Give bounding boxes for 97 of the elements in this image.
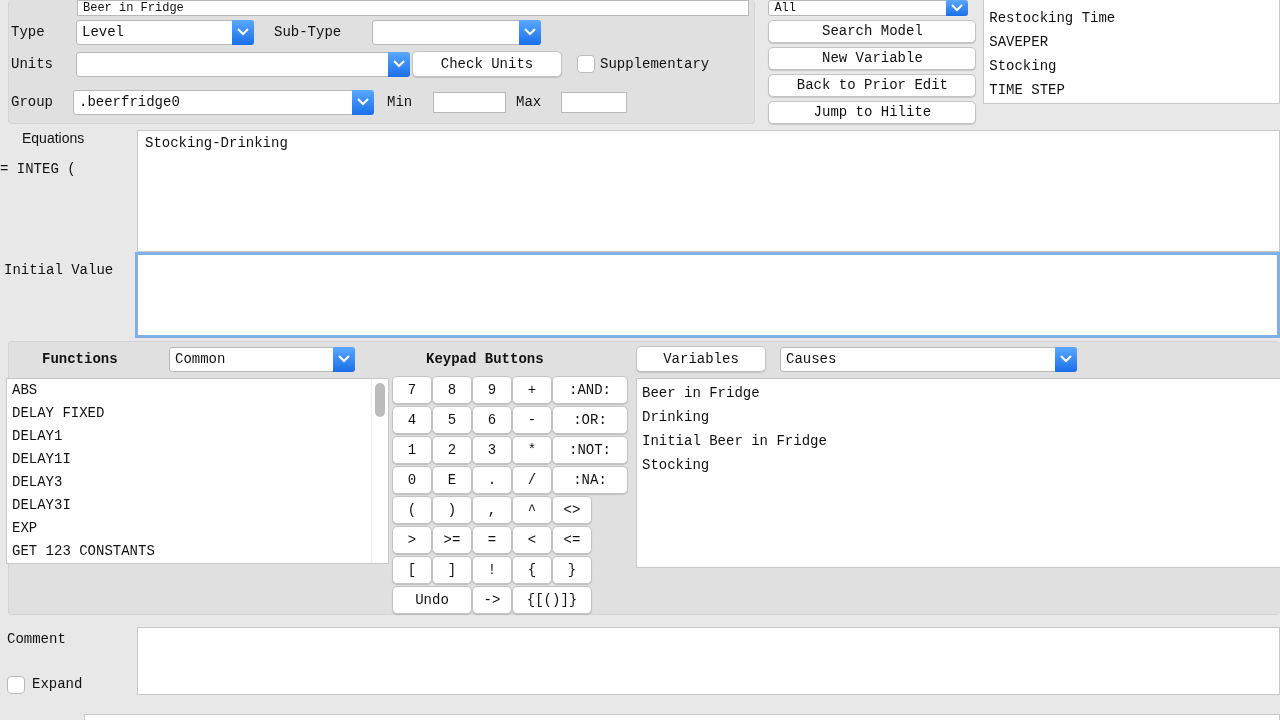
keypad-key[interactable]: Undo	[392, 586, 472, 614]
checkbox-label: Expand	[32, 675, 83, 694]
keypad-key[interactable]: 2	[432, 436, 472, 464]
equation-prefix: = INTEG (	[0, 160, 77, 179]
list-item[interactable]: TIME STEP	[989, 78, 1279, 102]
keypad-key[interactable]: >	[392, 526, 432, 554]
keypad-key[interactable]: 8	[432, 376, 472, 404]
field-label: Sub-Type	[274, 22, 343, 42]
list-item[interactable]: SAVEPER	[989, 30, 1279, 54]
keypad-key[interactable]: :NA:	[552, 466, 628, 494]
field-label: Comment	[7, 630, 67, 649]
list-item[interactable]: DELAY3	[12, 471, 366, 494]
action-button[interactable]: Jump to Hilite	[768, 101, 977, 124]
list-item[interactable]: ABS	[12, 379, 366, 402]
keypad-key[interactable]: 1	[392, 436, 432, 464]
comment-field[interactable]	[137, 627, 1280, 695]
action-button[interactable]: New Variable	[768, 47, 977, 70]
subtype-dropdown[interactable]	[372, 19, 541, 45]
list-item[interactable]: Drinking	[642, 405, 1275, 429]
group-dropdown[interactable]: .beerfridge0	[73, 89, 374, 115]
list-item[interactable]: Stocking	[642, 453, 1275, 477]
scrollbar-thumb[interactable]	[375, 383, 385, 417]
list-item[interactable]: DELAY1I	[12, 448, 366, 471]
keypad-key[interactable]: 4	[392, 406, 432, 434]
keypad-key[interactable]: !	[472, 556, 512, 584]
keypad-key[interactable]: .	[472, 466, 512, 494]
units-dropdown[interactable]	[76, 51, 410, 77]
action-button[interactable]: Search Model	[768, 20, 977, 43]
max-field[interactable]	[561, 91, 627, 113]
field-label: Min	[387, 92, 414, 112]
keypad-key[interactable]: 0	[392, 466, 432, 494]
category-dropdown[interactable]: Common	[169, 346, 355, 372]
list-item[interactable]: GET 123 CONSTANTS	[12, 540, 366, 563]
list-item[interactable]: EXP	[12, 517, 366, 540]
keypad-key[interactable]: :AND:	[552, 376, 628, 404]
keypad-key[interactable]: }	[552, 556, 592, 584]
keypad-key[interactable]: ,	[472, 496, 512, 524]
keypad-key[interactable]: 3	[472, 436, 512, 464]
list-item[interactable]: DELAY1	[12, 425, 366, 448]
keypad-key[interactable]: [	[392, 556, 432, 584]
field-label: Group	[11, 92, 54, 112]
section-label: Keypad Buttons	[425, 350, 545, 369]
keypad-key[interactable]: ->	[472, 586, 512, 614]
keypad-key[interactable]: <=	[552, 526, 592, 554]
list-item[interactable]: Initial Beer in Fridge	[642, 429, 1275, 453]
keypad-key[interactable]: +	[512, 376, 552, 404]
filter-dropdown[interactable]: All	[768, 0, 969, 16]
list-item[interactable]: Stocking	[989, 54, 1279, 78]
equation-field[interactable]: Stocking-Drinking	[137, 130, 1280, 252]
field-label: Initial Value	[3, 261, 115, 280]
keypad-key[interactable]: E	[432, 466, 472, 494]
check-units-button[interactable]: Check Units	[412, 51, 562, 77]
section-label: Equations	[22, 129, 86, 148]
chevron-icon	[237, 28, 249, 36]
field-label: Type	[11, 22, 46, 42]
chevron-icon	[1060, 355, 1072, 363]
keypad-key[interactable]: 9	[472, 376, 512, 404]
chevron-icon	[393, 60, 405, 68]
keypad-key[interactable]: (	[392, 496, 432, 524]
field-label: Units	[11, 54, 54, 74]
chevron-icon	[524, 28, 536, 36]
chevron-icon	[357, 98, 369, 106]
keypad-key[interactable]: 5	[432, 406, 472, 434]
keypad-key[interactable]: <>	[552, 496, 592, 524]
keypad-key[interactable]: {	[512, 556, 552, 584]
keypad-key[interactable]: )	[432, 496, 472, 524]
action-button[interactable]: Back to Prior Edit	[768, 74, 977, 97]
keypad-key[interactable]: *	[512, 436, 552, 464]
list-item[interactable]: DELAY3I	[12, 494, 366, 517]
field-label: Max	[516, 92, 543, 112]
keypad-key[interactable]: :OR:	[552, 406, 628, 434]
variables-button[interactable]: Variables	[636, 346, 766, 372]
keypad-key[interactable]: >=	[432, 526, 472, 554]
initial-value-field[interactable]	[135, 252, 1280, 338]
list-item[interactable]: Restocking Time	[989, 6, 1279, 30]
mode-dropdown[interactable]: Causes	[780, 346, 1077, 372]
list-item[interactable]: DELAY FIXED	[12, 402, 366, 425]
chevron-icon	[951, 4, 964, 12]
keypad-key[interactable]: 6	[472, 406, 512, 434]
section-label: Functions	[41, 349, 119, 369]
keypad-key[interactable]: ^	[512, 496, 552, 524]
checkbox-label: Supplementary	[600, 54, 710, 74]
keypad-key[interactable]: <	[512, 526, 552, 554]
supplementary-checkbox[interactable]	[577, 55, 595, 73]
keypad-key[interactable]: ]	[432, 556, 472, 584]
list-item[interactable]: Beer in Fridge	[642, 381, 1275, 405]
keypad-key[interactable]: :NOT:	[552, 436, 628, 464]
expand-checkbox[interactable]	[7, 675, 25, 694]
keypad-key[interactable]: {[()]}	[512, 586, 592, 614]
keypad-key[interactable]: /	[512, 466, 552, 494]
name-field[interactable]: Beer in Fridge	[77, 0, 749, 16]
type-dropdown[interactable]: Level	[76, 19, 254, 45]
min-field[interactable]	[433, 91, 506, 113]
keypad-key[interactable]: 7	[392, 376, 432, 404]
keypad-key[interactable]: =	[472, 526, 512, 554]
keypad-key[interactable]: -	[512, 406, 552, 434]
chevron-icon	[338, 355, 350, 363]
